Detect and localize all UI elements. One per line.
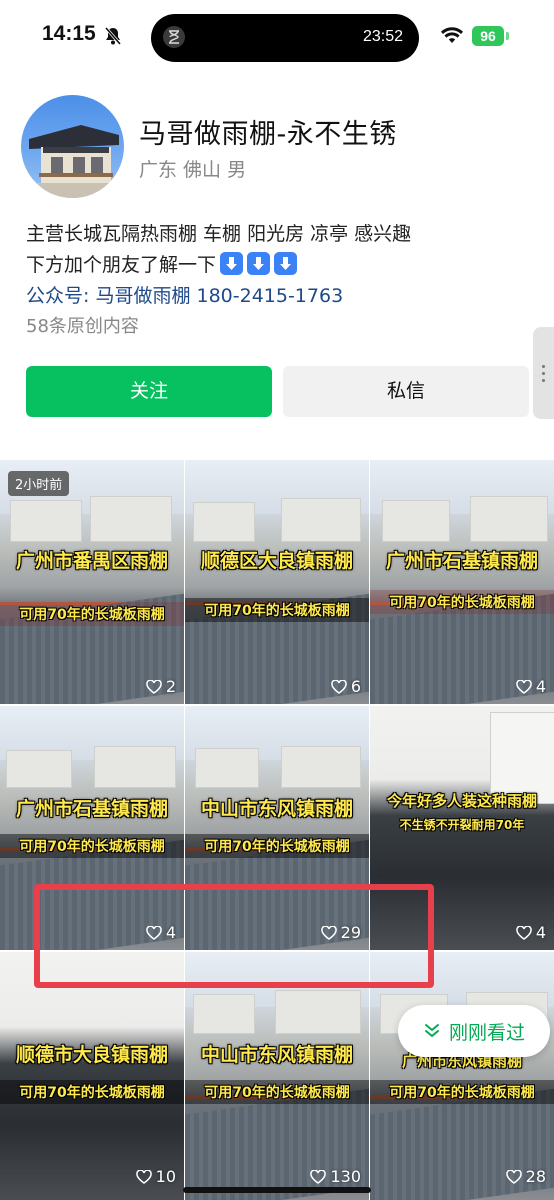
- video-thumbnail[interactable]: 中山市东风镇雨棚 可用70年的长城板雨棚 130: [185, 952, 369, 1200]
- video-thumbnail[interactable]: 广州市石基镇雨棚 可用70年的长城板雨棚 4: [370, 460, 554, 704]
- island-time: 23:52: [362, 28, 403, 45]
- like-count: 10: [135, 1167, 176, 1186]
- time-badge: 2小时前: [8, 471, 70, 496]
- video-subtitle: 可用70年的长城板雨棚: [370, 1080, 554, 1104]
- video-title: 广州市石基镇雨棚: [15, 798, 168, 820]
- recently-viewed-button[interactable]: 刚刚看过: [398, 1005, 550, 1057]
- video-subtitle: 可用70年的长城板雨棚: [0, 602, 184, 626]
- video-subtitle: 可用70年的长城板雨棚: [0, 834, 184, 858]
- video-title: 广州市番禺区雨棚: [15, 550, 168, 572]
- heart-icon: [310, 1169, 327, 1184]
- down-arrow-icon: [274, 252, 298, 275]
- like-count: 4: [516, 923, 546, 942]
- like-count: 130: [310, 1167, 361, 1186]
- bio-line-2: 下方加个朋友了解一下: [26, 250, 298, 277]
- bio-line-2-text: 下方加个朋友了解一下: [26, 254, 217, 276]
- status-time: 14:15: [42, 22, 96, 45]
- video-title: 今年好多人装这种雨棚: [386, 792, 537, 810]
- recently-viewed-label: 刚刚看过: [448, 1021, 525, 1044]
- video-thumbnail[interactable]: 顺德区大良镇雨棚 可用70年的长城板雨棚 6: [185, 460, 369, 704]
- follow-button[interactable]: 关注: [26, 366, 272, 417]
- highlight-box: [34, 884, 434, 988]
- video-title: 中山市东风镇雨棚: [200, 1044, 353, 1066]
- like-count: 2: [146, 677, 176, 696]
- video-thumbnail[interactable]: 顺德市大良镇雨棚 可用70年的长城板雨棚 10: [0, 952, 184, 1200]
- double-chevron-down-icon: [424, 1024, 439, 1038]
- heart-icon: [135, 1169, 152, 1184]
- video-subtitle: 可用70年的长城板雨棚: [370, 590, 554, 614]
- heart-icon: [146, 679, 162, 694]
- like-count: 4: [516, 677, 546, 696]
- heart-icon: [505, 1169, 522, 1184]
- status-bar: 14:15 23:52 96: [0, 0, 554, 76]
- like-count: 28: [505, 1167, 546, 1186]
- video-grid: 2小时前 广州市番禺区雨棚 可用70年的长城板雨棚 2 顺德区大良镇雨棚 可用7…: [0, 460, 554, 1200]
- dynamic-island[interactable]: 23:52: [151, 14, 419, 62]
- message-button[interactable]: 私信: [283, 366, 529, 417]
- bell-muted-icon: [103, 26, 123, 50]
- heart-icon: [516, 925, 532, 940]
- heart-icon: [516, 679, 532, 694]
- video-subtitle: 可用70年的长城板雨棚: [185, 598, 369, 622]
- down-arrow-icon: [220, 252, 244, 275]
- video-title: 顺德市大良镇雨棚: [15, 1044, 168, 1066]
- battery-indicator: 96: [472, 26, 504, 46]
- original-content-count: 58条原创内容: [26, 316, 139, 337]
- profile-name: 马哥做雨棚-永不生锈: [139, 119, 397, 150]
- bio-line-1: 主营长城瓦隔热雨棚 车棚 阳光房 凉亭 感兴趣: [26, 223, 412, 245]
- video-subtitle: 可用70年的长城板雨棚: [0, 1080, 184, 1104]
- profile-location: 广东 佛山 男: [139, 159, 247, 181]
- public-account-link[interactable]: 公众号: 马哥做雨棚 180-2415-1763: [26, 281, 343, 308]
- home-indicator[interactable]: [183, 1187, 371, 1193]
- video-subtitle: 可用70年的长城板雨棚: [185, 1080, 369, 1104]
- video-title: 广州市石基镇雨棚: [385, 550, 538, 572]
- video-title: 中山市东风镇雨棚: [200, 798, 353, 820]
- side-more-handle[interactable]: [533, 327, 554, 419]
- heart-icon: [331, 679, 347, 694]
- down-arrow-icon: [247, 252, 271, 275]
- avatar[interactable]: [21, 95, 124, 198]
- like-count: 6: [331, 677, 361, 696]
- video-title: 顺德区大良镇雨棚: [200, 550, 353, 572]
- battery-tip: [506, 32, 509, 40]
- timer-icon: [163, 26, 185, 48]
- wifi-icon: [440, 26, 464, 48]
- video-thumbnail[interactable]: 2小时前 广州市番禺区雨棚 可用70年的长城板雨棚 2: [0, 460, 184, 704]
- video-subtitle: 可用70年的长城板雨棚: [185, 834, 369, 858]
- video-thumbnail[interactable]: 广州市东风镇雨棚 可用70年的长城板雨棚 28: [370, 952, 554, 1200]
- video-subtitle: 不生锈不开裂耐用70年: [399, 818, 525, 832]
